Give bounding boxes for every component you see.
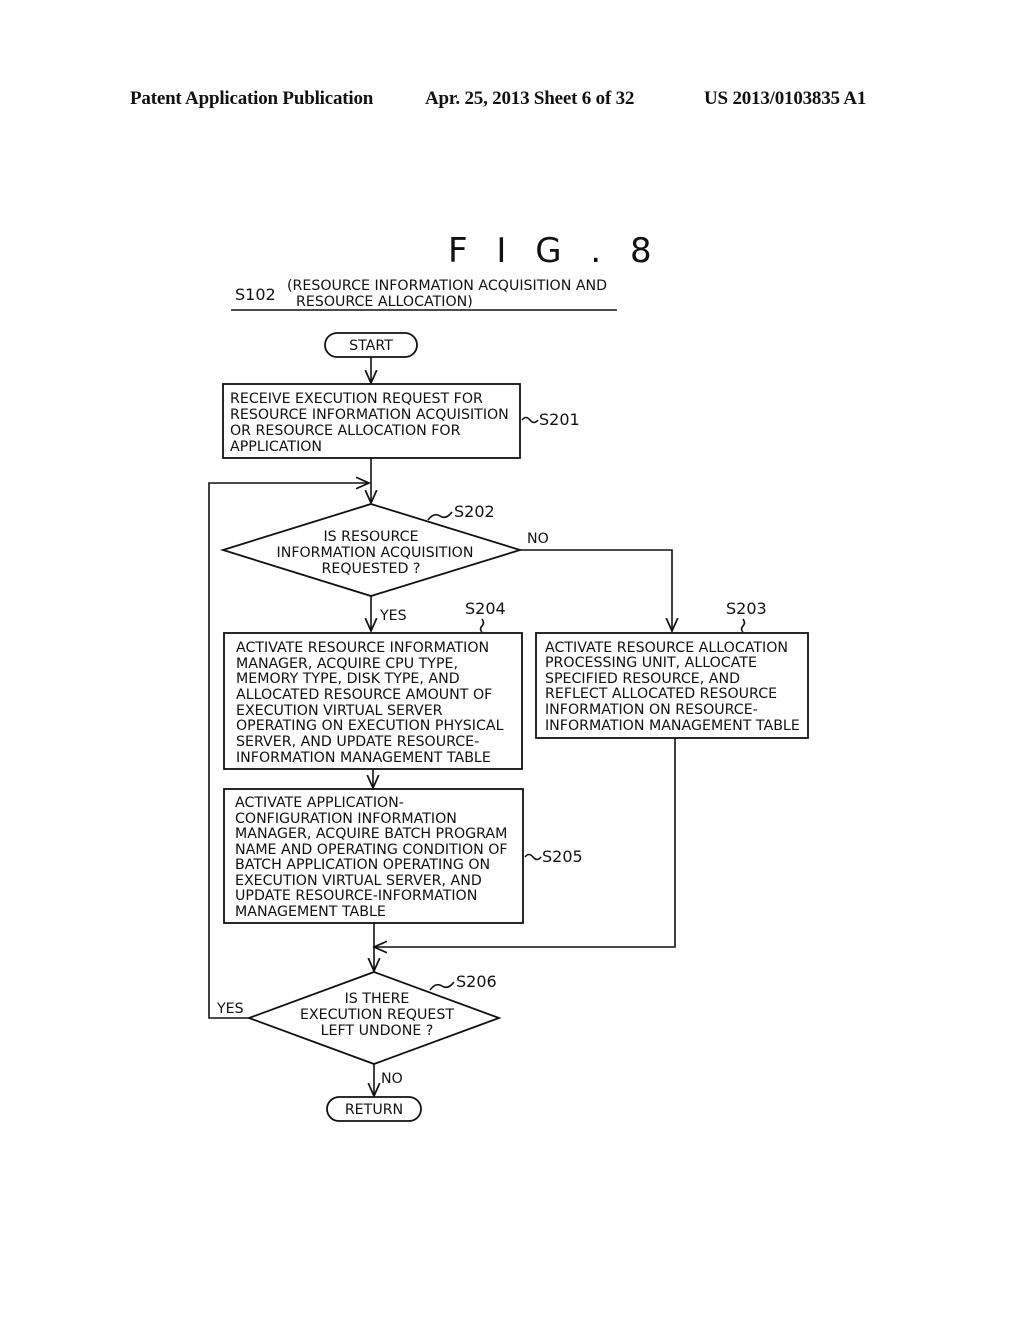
- s206-line: LEFT UNDONE ?: [321, 1023, 434, 1039]
- s206-yes-label: YES: [216, 1001, 244, 1017]
- s201-line: OR RESOURCE ALLOCATION FOR: [230, 423, 461, 439]
- s204-label: S204: [465, 599, 506, 618]
- s202-line: INFORMATION ACQUISITION: [277, 545, 474, 561]
- figure-step-id: S102: [235, 285, 276, 304]
- s202-label: S202: [454, 502, 495, 521]
- figure-title: F I G . 8: [448, 231, 661, 271]
- s201-line: RESOURCE INFORMATION ACQUISITION: [230, 407, 509, 423]
- s203-line: PROCESSING UNIT, ALLOCATE: [545, 655, 757, 671]
- s206-no-label: NO: [381, 1071, 403, 1087]
- s204-line: ACTIVATE RESOURCE INFORMATION: [236, 640, 489, 656]
- s201-label: S201: [539, 410, 580, 429]
- s205-line: ACTIVATE APPLICATION-: [235, 795, 404, 811]
- s205-line: MANAGER, ACQUIRE BATCH PROGRAM: [235, 826, 507, 842]
- s205-line: NAME AND OPERATING CONDITION OF: [235, 842, 508, 858]
- s204-line: OPERATING ON EXECUTION PHYSICAL: [236, 718, 504, 734]
- s204-leader: [479, 618, 485, 633]
- s203-line: REFLECT ALLOCATED RESOURCE: [545, 686, 777, 702]
- s206-leader: [429, 981, 455, 991]
- s202-yes-label: YES: [379, 608, 407, 624]
- s204-line: MANAGER, ACQUIRE CPU TYPE,: [236, 656, 458, 672]
- s204-line: SERVER, AND UPDATE RESOURCE-: [236, 734, 479, 750]
- s202-no-label: NO: [527, 531, 549, 547]
- start-label: START: [349, 338, 393, 354]
- s202-leader: [427, 511, 453, 521]
- s206-line: EXECUTION REQUEST: [300, 1007, 454, 1023]
- s203-line: SPECIFIED RESOURCE, AND: [545, 671, 740, 687]
- s204-line: EXECUTION VIRTUAL SERVER: [236, 703, 443, 719]
- s201-leader: [521, 416, 539, 424]
- s203-line: INFORMATION MANAGEMENT TABLE: [545, 718, 800, 734]
- s205-line: MANAGEMENT TABLE: [235, 904, 386, 920]
- s203-leader: [740, 618, 746, 633]
- s205-line: UPDATE RESOURCE-INFORMATION: [235, 888, 477, 904]
- s202-line: REQUESTED ?: [322, 561, 421, 577]
- s203-line: INFORMATION ON RESOURCE-: [545, 702, 758, 718]
- s203-text: ACTIVATE RESOURCE ALLOCATION PROCESSING …: [545, 640, 800, 734]
- figure-caption-line-2: RESOURCE ALLOCATION): [296, 294, 473, 310]
- s201-line: RECEIVE EXECUTION REQUEST FOR: [230, 391, 483, 407]
- arrow-s202-no-to-s203: [520, 549, 672, 631]
- s205-line: CONFIGURATION INFORMATION: [235, 811, 457, 827]
- s205-leader: [524, 853, 542, 861]
- s206-label: S206: [456, 972, 497, 991]
- s204-line: MEMORY TYPE, DISK TYPE, AND: [236, 671, 460, 687]
- s205-label: S205: [542, 847, 583, 866]
- flowchart-diagram: F I G . 8 S102 (RESOURCE INFORMATION ACQ…: [208, 231, 809, 1122]
- s202-line: IS RESOURCE: [323, 529, 418, 545]
- s203-line: ACTIVATE RESOURCE ALLOCATION: [545, 640, 788, 656]
- s204-line: ALLOCATED RESOURCE AMOUNT OF: [236, 687, 492, 703]
- s201-line: APPLICATION: [230, 439, 322, 455]
- s204-line: INFORMATION MANAGEMENT TABLE: [236, 750, 491, 766]
- figure-caption-line-1: (RESOURCE INFORMATION ACQUISITION AND: [287, 278, 607, 294]
- return-label: RETURN: [345, 1102, 403, 1118]
- s206-line: IS THERE: [345, 991, 410, 1007]
- s205-line: BATCH APPLICATION OPERATING ON: [235, 857, 490, 873]
- s203-label: S203: [726, 599, 767, 618]
- s205-line: EXECUTION VIRTUAL SERVER, AND: [235, 873, 482, 889]
